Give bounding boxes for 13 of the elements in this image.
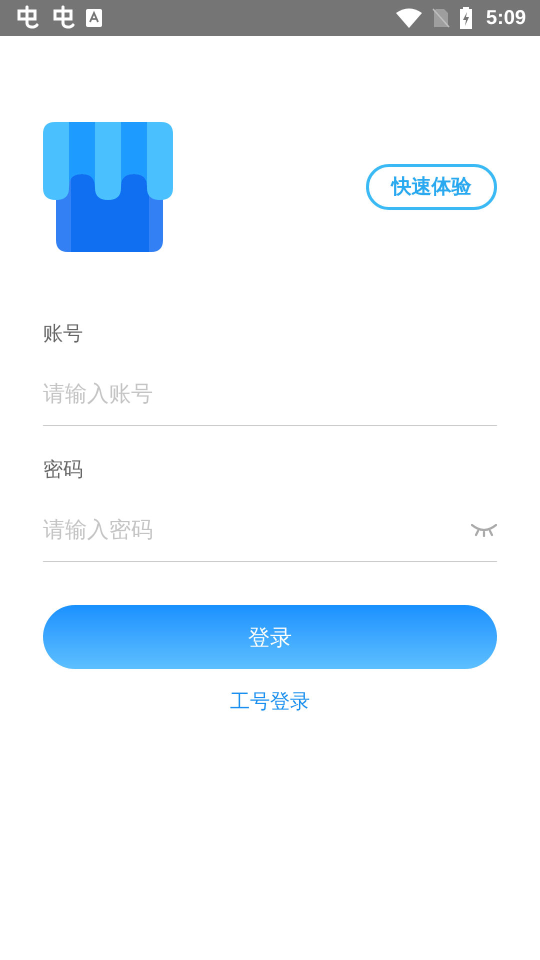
closed-eye-icon[interactable] — [471, 522, 497, 536]
staff-login-link[interactable]: 工号登录 — [230, 687, 310, 717]
field-label: 账号 — [43, 322, 83, 347]
no-sim-icon — [432, 8, 450, 28]
wifi-icon — [396, 8, 422, 28]
account-field[interactable]: 请输入账号 — [43, 377, 497, 410]
battery-charging-icon — [460, 7, 472, 29]
keyboard-notification-icon — [86, 9, 102, 27]
login-button[interactable]: 登录 — [43, 605, 497, 669]
password-field[interactable]: 请输入密码 — [43, 513, 471, 546]
quick-try-button[interactable]: 快速体验 — [366, 164, 497, 210]
field-label: 密码 — [43, 458, 83, 483]
status-time: 5:09 — [486, 6, 526, 31]
